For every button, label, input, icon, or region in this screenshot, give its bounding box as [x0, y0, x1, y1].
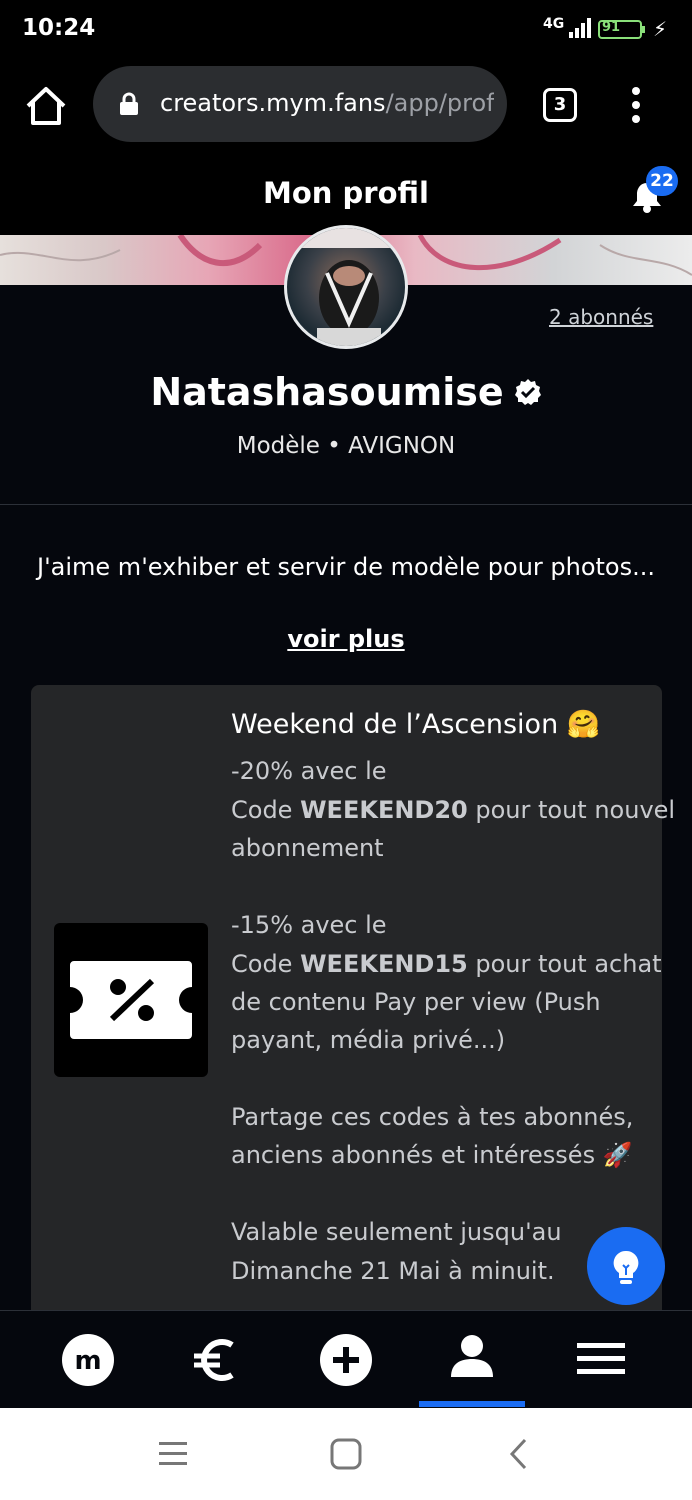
promo-text: pour tout achat — [467, 950, 662, 978]
coupon-icon — [70, 961, 192, 1039]
promo-line: abonnement — [231, 834, 384, 862]
status-time: 10:24 — [22, 15, 96, 41]
promo-line: -20% avec le — [231, 757, 387, 785]
page-title: Mon profil — [263, 176, 429, 210]
url-path: /app/profi — [385, 89, 494, 117]
divider — [0, 504, 692, 505]
verified-badge-icon — [514, 379, 541, 405]
promo-line: -15% avec le — [231, 911, 387, 939]
profile-name-wrap: Natashasoumise — [150, 370, 541, 414]
signal-icon — [569, 18, 591, 38]
promo-text: Code — [231, 950, 301, 978]
svg-text:m: m — [74, 1346, 101, 1376]
mym-logo-icon[interactable]: m — [61, 1333, 115, 1387]
promo-text: Code — [231, 796, 301, 824]
promo-code: WEEKEND20 — [300, 796, 468, 824]
promo-title: Weekend de l’Ascension 🤗 — [231, 709, 601, 740]
profile-bio: J'aime m'exhiber et servir de modèle pou… — [36, 553, 656, 581]
url-text[interactable]: creators.mym.fans/app/profi — [160, 89, 494, 117]
lightbulb-icon — [613, 1250, 639, 1284]
promo-line: Dimanche 21 Mai à minuit. — [231, 1257, 555, 1285]
menu-icon[interactable] — [577, 1341, 625, 1377]
subscribers-link[interactable]: 2 abonnés — [549, 305, 653, 329]
promo-line: anciens abonnés et intéressés 🚀 — [231, 1141, 633, 1169]
avatar-photo — [287, 228, 405, 346]
back-icon[interactable] — [505, 1437, 531, 1471]
tabs-button[interactable]: 3 — [543, 88, 577, 122]
more-vert-icon[interactable] — [626, 85, 646, 125]
system-home-icon[interactable] — [329, 1437, 363, 1471]
network-label: 4G — [543, 16, 565, 32]
url-host: creators.mym.fans — [160, 89, 386, 117]
notification-badge: 22 — [646, 166, 678, 196]
charging-icon: ⚡ — [653, 17, 668, 41]
tips-fab-button[interactable] — [587, 1227, 665, 1305]
active-tab-indicator — [419, 1401, 525, 1407]
add-icon[interactable] — [319, 1333, 373, 1387]
profile-name: Natashasoumise — [150, 370, 504, 414]
promo-line: payant, média privé...) — [231, 1026, 506, 1054]
promo-line: Code WEEKEND20 pour tout nouvel — [231, 796, 675, 824]
promo-line: Code WEEKEND15 pour tout achat — [231, 950, 662, 978]
profile-name-row: Natashasoumise — [0, 370, 692, 414]
home-icon[interactable] — [22, 82, 70, 130]
see-more-link[interactable]: voir plus — [0, 625, 692, 653]
lock-icon — [120, 92, 138, 115]
promo-text: pour tout nouvel — [467, 796, 676, 824]
euro-icon[interactable] — [190, 1335, 240, 1385]
battery-tip — [642, 26, 645, 33]
promo-line: Valable seulement jusqu'au — [231, 1218, 562, 1246]
promo-code: WEEKEND15 — [300, 950, 468, 978]
promo-line: Partage ces codes à tes abonnés, — [231, 1103, 634, 1131]
promo-line: de contenu Pay per view (Push — [231, 988, 601, 1016]
recent-apps-icon[interactable] — [157, 1440, 189, 1468]
battery-level: 91 — [602, 20, 621, 35]
coupon-icon-box — [54, 923, 208, 1077]
avatar[interactable] — [284, 225, 408, 349]
profile-subtitle: Modèle • AVIGNON — [236, 433, 456, 459]
profile-icon[interactable] — [449, 1333, 495, 1379]
